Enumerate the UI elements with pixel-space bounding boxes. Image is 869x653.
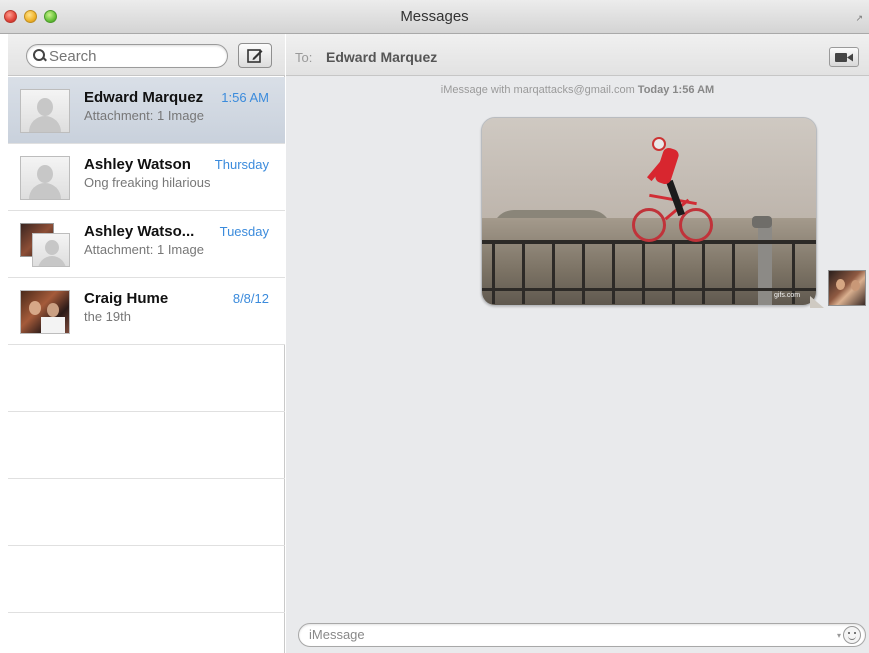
image-attachment[interactable]: gifs.com — [481, 117, 817, 306]
conversation-info: iMessage with marqattacks@gmail.com Toda… — [286, 84, 869, 96]
conversation-time: Thursday — [214, 157, 269, 172]
photo-avatar — [20, 290, 70, 334]
message-input[interactable] — [309, 627, 809, 642]
empty-row — [8, 345, 285, 412]
fullscreen-icon[interactable]: ↗ — [855, 13, 863, 24]
window-title: Messages — [400, 8, 469, 25]
search-icon — [33, 49, 47, 63]
conversation-name: Ashley Watso... — [84, 223, 195, 240]
conversation-time: Tuesday — [219, 224, 269, 239]
group-avatar-icon — [20, 223, 70, 267]
empty-row — [8, 479, 285, 546]
sender-avatar — [828, 270, 866, 306]
conversation-sidebar: Edward Marquez 1:56 AM Attachment: 1 Ima… — [8, 34, 285, 653]
video-call-button[interactable] — [829, 47, 859, 67]
conversation-info-time: Today 1:56 AM — [637, 84, 715, 96]
conversation-item[interactable]: Craig Hume 8/8/12 the 19th — [8, 278, 285, 345]
title-bar: Messages ↗ — [0, 0, 869, 34]
conversation-info-text: iMessage with marqattacks@gmail.com — [440, 84, 635, 96]
empty-row — [8, 412, 285, 479]
person-placeholder-icon — [20, 156, 70, 200]
conversation-name: Ashley Watson — [84, 156, 191, 173]
to-label: To: — [295, 50, 313, 65]
conversation-name: Craig Hume — [84, 290, 169, 307]
recipient-name[interactable]: Edward Marquez — [326, 49, 437, 65]
person-placeholder-icon — [20, 89, 70, 133]
chat-pane: To: Edward Marquez iMessage with marqatt… — [286, 34, 869, 653]
image-watermark: gifs.com — [774, 292, 801, 299]
conversation-name: Edward Marquez — [84, 89, 204, 106]
search-field[interactable] — [26, 44, 228, 68]
conversation-time: 8/8/12 — [232, 291, 269, 306]
conversation-preview: the 19th — [84, 309, 131, 324]
empty-row — [8, 546, 285, 613]
conversation-preview: Attachment: 1 Image — [84, 242, 204, 257]
sidebar-toolbar — [8, 34, 285, 76]
conversation-time: 1:56 AM — [221, 90, 269, 105]
emoji-picker-button[interactable]: ▾ — [837, 626, 861, 644]
compose-button[interactable] — [238, 43, 272, 68]
message-input-field[interactable]: ▾ — [298, 623, 866, 647]
conversation-item[interactable]: Ashley Watson Thursday Ong freaking hila… — [8, 144, 285, 211]
conversation-preview: Attachment: 1 Image — [84, 108, 204, 123]
smiley-icon — [843, 626, 861, 644]
compose-icon — [247, 48, 263, 63]
conversation-preview: Ong freaking hilarious — [84, 175, 211, 190]
search-input[interactable] — [49, 47, 219, 65]
bubble-tail — [810, 296, 824, 308]
chat-header: To: Edward Marquez — [286, 34, 869, 76]
conversation-item[interactable]: Ashley Watso... Tuesday Attachment: 1 Im… — [8, 211, 285, 278]
video-camera-icon — [835, 52, 853, 62]
chevron-down-icon: ▾ — [836, 630, 841, 640]
conversation-item[interactable]: Edward Marquez 1:56 AM Attachment: 1 Ima… — [8, 77, 285, 144]
